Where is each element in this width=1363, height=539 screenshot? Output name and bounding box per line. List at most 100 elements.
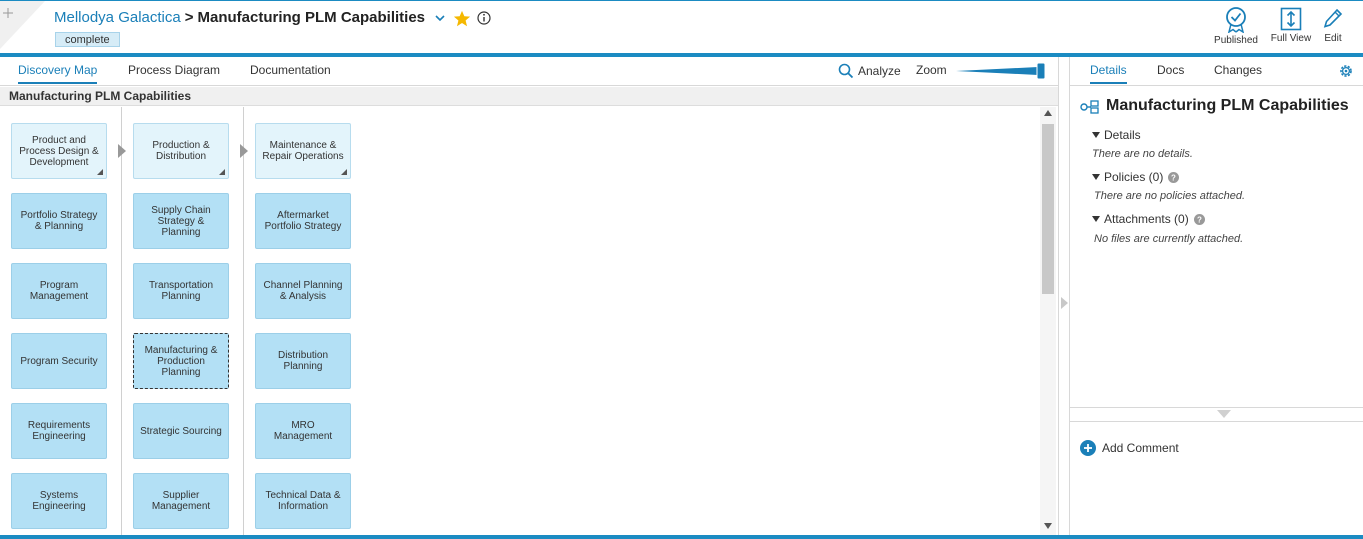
map-card[interactable]: Systems Engineering <box>11 473 107 529</box>
details-tabs: Details Docs Changes <box>1070 57 1363 86</box>
map-card-label: Maintenance & Repair Operations <box>262 140 344 162</box>
map-column-header[interactable]: Maintenance & Repair Operations <box>255 123 351 179</box>
edit-button[interactable]: Edit <box>1318 7 1348 44</box>
new-item-corner-icon[interactable] <box>0 1 45 49</box>
chevron-down-icon[interactable] <box>434 13 446 23</box>
policies-section-label: Policies (0) <box>1104 170 1164 184</box>
expand-corner-icon <box>341 169 347 175</box>
help-icon[interactable]: ? <box>1168 171 1180 183</box>
map-card[interactable]: Channel Planning & Analysis <box>255 263 351 319</box>
map-card-label: Distribution Planning <box>277 350 329 372</box>
map-card-label: Program Management <box>29 280 89 302</box>
column-arrow-icon <box>240 144 248 158</box>
scroll-up-arrow-icon[interactable] <box>1044 110 1052 116</box>
tab-details[interactable]: Details <box>1090 63 1127 84</box>
zoom-slider[interactable] <box>956 62 1048 80</box>
footer-rule <box>0 535 1363 539</box>
map-card[interactable]: Supply Chain Strategy & Planning <box>133 193 229 249</box>
scroll-down-arrow-icon[interactable] <box>1044 523 1052 529</box>
map-card[interactable]: Strategic Sourcing <box>133 403 229 459</box>
map-title-bar: Manufacturing PLM Capabilities <box>0 87 1058 106</box>
info-icon[interactable] <box>477 11 491 25</box>
collapse-comments-arrow-icon[interactable] <box>1217 410 1231 418</box>
add-comment-label: Add Comment <box>1102 441 1179 455</box>
published-label: Published <box>1214 35 1258 46</box>
tab-docs[interactable]: Docs <box>1157 63 1184 82</box>
caret-down-icon <box>1092 174 1100 180</box>
header: Mellodya Galactica > Manufacturing PLM Cap… <box>0 0 1363 54</box>
column-arrow-icon <box>118 144 126 158</box>
edit-label: Edit <box>1324 33 1342 44</box>
discovery-pane: Discovery Map Process Diagram Documentat… <box>0 57 1058 535</box>
breadcrumb-separator: > <box>184 9 194 26</box>
discovery-map-canvas: Product and Process Design & Development… <box>0 107 1040 535</box>
map-card[interactable]: MRO Management <box>255 403 351 459</box>
details-section-label: Details <box>1104 128 1141 142</box>
details-panel: Details Docs Changes Manufacturing PLM C… <box>1070 57 1363 535</box>
analyze-label: Analyze <box>858 64 901 78</box>
comments-divider <box>1070 421 1363 422</box>
favorite-star-icon[interactable] <box>453 10 471 28</box>
map-card[interactable]: Transportation Planning <box>133 263 229 319</box>
map-column-header[interactable]: Production & Distribution <box>133 123 229 179</box>
plus-circle-icon <box>1080 440 1096 456</box>
details-title: Manufacturing PLM Capabilities <box>1106 97 1349 114</box>
map-card[interactable]: Supplier Management <box>133 473 229 529</box>
add-comment-button[interactable]: Add Comment <box>1080 440 1179 456</box>
policies-section-toggle[interactable]: Policies (0) ? <box>1092 170 1180 184</box>
page-title: Manufacturing PLM Capabilities <box>197 9 426 26</box>
tab-changes[interactable]: Changes <box>1214 63 1262 82</box>
breadcrumb: Mellodya Galactica > Manufacturing PLM Cap… <box>54 9 425 26</box>
map-card-selected[interactable]: Manufacturing & Production Planning <box>133 333 229 389</box>
caret-down-icon <box>1092 132 1100 138</box>
map-card-label: Channel Planning & Analysis <box>263 280 343 302</box>
full-view-button[interactable]: Full View <box>1268 7 1314 44</box>
map-card[interactable]: Program Security <box>11 333 107 389</box>
details-section-toggle[interactable]: Details <box>1092 128 1141 142</box>
published-button[interactable]: Published <box>1212 7 1260 46</box>
tab-process-diagram[interactable]: Process Diagram <box>128 63 220 82</box>
map-card-label: Product and Process Design & Development <box>19 134 99 168</box>
map-card-label: Supply Chain Strategy & Planning <box>151 204 211 238</box>
map-card-label: Manufacturing & Production Planning <box>144 344 218 378</box>
map-card[interactable]: Technical Data & Information <box>255 473 351 529</box>
breadcrumb-parent-link[interactable]: Mellodya Galactica <box>54 9 181 26</box>
map-card-label: Portfolio Strategy & Planning <box>20 210 98 232</box>
map-card[interactable]: Requirements Engineering <box>11 403 107 459</box>
column-divider <box>243 107 244 535</box>
map-card-label: MRO Management <box>273 420 333 442</box>
map-card[interactable]: Program Management <box>11 263 107 319</box>
expand-corner-icon <box>219 169 225 175</box>
attachments-empty-text: No files are currently attached. <box>1094 233 1244 245</box>
gear-icon[interactable] <box>1338 63 1354 79</box>
full-view-label: Full View <box>1270 33 1312 44</box>
map-card-label: Systems Engineering <box>32 490 86 512</box>
map-card-label: Transportation Planning <box>148 280 214 302</box>
map-card-label: Production & Distribution <box>152 140 210 162</box>
map-card[interactable]: Portfolio Strategy & Planning <box>11 193 107 249</box>
svg-text:?: ? <box>1171 173 1176 182</box>
zoom-label: Zoom <box>916 63 947 77</box>
analyze-button[interactable]: Analyze <box>838 63 901 79</box>
published-badge-icon <box>1226 7 1246 33</box>
map-card-label: Strategic Sourcing <box>140 425 222 437</box>
search-icon <box>838 63 854 79</box>
expand-corner-icon <box>97 169 103 175</box>
policies-empty-text: There are no policies attached. <box>1094 190 1246 202</box>
scrollbar-thumb[interactable] <box>1042 124 1054 294</box>
map-card-label: Program Security <box>20 355 98 367</box>
map-column-header[interactable]: Product and Process Design & Development <box>11 123 107 179</box>
comments-divider <box>1070 407 1363 408</box>
tab-discovery-map[interactable]: Discovery Map <box>18 63 98 84</box>
map-card[interactable]: Distribution Planning <box>255 333 351 389</box>
attachments-section-toggle[interactable]: Attachments (0) ? <box>1092 212 1205 226</box>
map-card[interactable]: Aftermarket Portfolio Strategy <box>255 193 351 249</box>
help-icon[interactable]: ? <box>1193 213 1205 225</box>
capability-object-icon <box>1080 100 1099 114</box>
tab-documentation[interactable]: Documentation <box>250 63 331 82</box>
vertical-scrollbar[interactable] <box>1040 107 1056 535</box>
pencil-icon <box>1323 8 1343 28</box>
expand-vertical-icon <box>1280 7 1302 31</box>
pane-splitter[interactable] <box>1058 57 1070 535</box>
collapse-panel-arrow-icon[interactable] <box>1061 297 1068 309</box>
